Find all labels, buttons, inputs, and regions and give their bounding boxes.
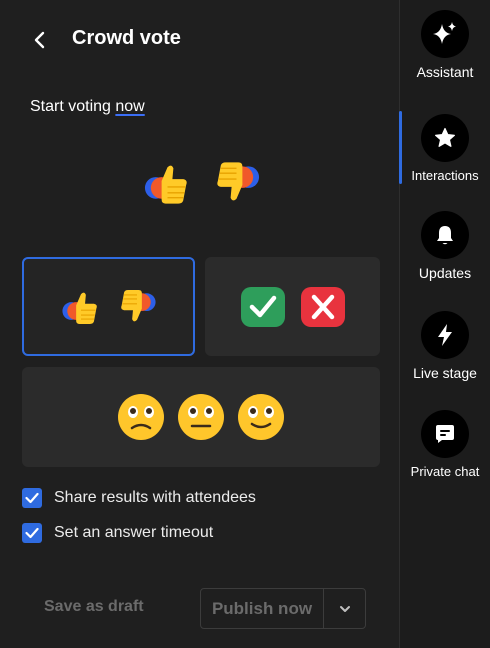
start-voting-prefix: Start voting: [30, 98, 116, 115]
rail-label-updates: Updates: [418, 265, 472, 281]
neutral-face-icon: [178, 394, 224, 440]
chat-icon: [436, 425, 454, 443]
option-thumbs[interactable]: [22, 257, 195, 356]
thumbs-down-icon: [120, 289, 156, 321]
side-rail: Assistant Interactions Updates Live stag…: [399, 0, 490, 648]
publish-now-button[interactable]: Publish now: [201, 589, 324, 628]
thumbs-up-icon: [61, 292, 97, 324]
star-icon: [435, 127, 455, 147]
answer-timeout-checkbox[interactable]: [22, 523, 42, 543]
check-mark-icon: [240, 286, 285, 327]
app-window: Crowd vote Start voting now Share result…: [0, 0, 490, 648]
thumbs-up-icon: [144, 165, 187, 204]
vote-preview: [142, 155, 262, 211]
bell-icon: [437, 226, 453, 245]
slightly-frowning-face-icon: [118, 394, 164, 440]
checkmark-icon: [25, 492, 39, 504]
rail-item-live-stage[interactable]: Live stage: [400, 301, 490, 391]
publish-options-button[interactable]: [324, 589, 365, 628]
option-faces[interactable]: [22, 367, 380, 467]
save-as-draft-button[interactable]: Save as draft: [44, 598, 144, 616]
answer-timeout-label: Set an answer timeout: [54, 524, 214, 541]
rail-label-private-chat: Private chat: [410, 464, 480, 479]
crowd-vote-panel: Crowd vote Start voting now Share result…: [0, 0, 400, 648]
share-results-label: Share results with attendees: [54, 489, 256, 506]
chevron-down-icon: [339, 605, 350, 612]
back-button[interactable]: [28, 28, 52, 52]
chevron-left-icon: [34, 31, 45, 49]
rail-item-updates[interactable]: Updates: [400, 201, 490, 291]
rail-label-live-stage: Live stage: [413, 365, 477, 381]
share-results-checkbox[interactable]: [22, 488, 42, 508]
option-check-cross[interactable]: [205, 257, 380, 356]
answer-timeout-option[interactable]: Set an answer timeout: [22, 521, 213, 545]
rail-label-assistant: Assistant: [416, 64, 474, 80]
thumbs-down-icon: [217, 162, 260, 201]
slightly-smiling-face-icon: [238, 394, 284, 440]
start-now-link[interactable]: now: [115, 98, 144, 115]
rail-item-private-chat[interactable]: Private chat: [400, 400, 490, 490]
publish-split-button: Publish now: [200, 588, 366, 629]
panel-header: Crowd vote: [0, 22, 400, 58]
page-title: Crowd vote: [72, 27, 181, 49]
lightning-icon: [438, 324, 452, 346]
start-voting-text: Start voting now: [30, 98, 145, 116]
sparkle-icon: [433, 22, 456, 44]
share-results-option[interactable]: Share results with attendees: [22, 486, 256, 510]
rail-item-interactions[interactable]: Interactions: [400, 104, 490, 194]
rail-label-interactions: Interactions: [411, 168, 479, 183]
checkmark-icon: [25, 527, 39, 539]
cross-mark-icon: [300, 286, 345, 327]
rail-item-assistant[interactable]: Assistant: [400, 0, 490, 90]
